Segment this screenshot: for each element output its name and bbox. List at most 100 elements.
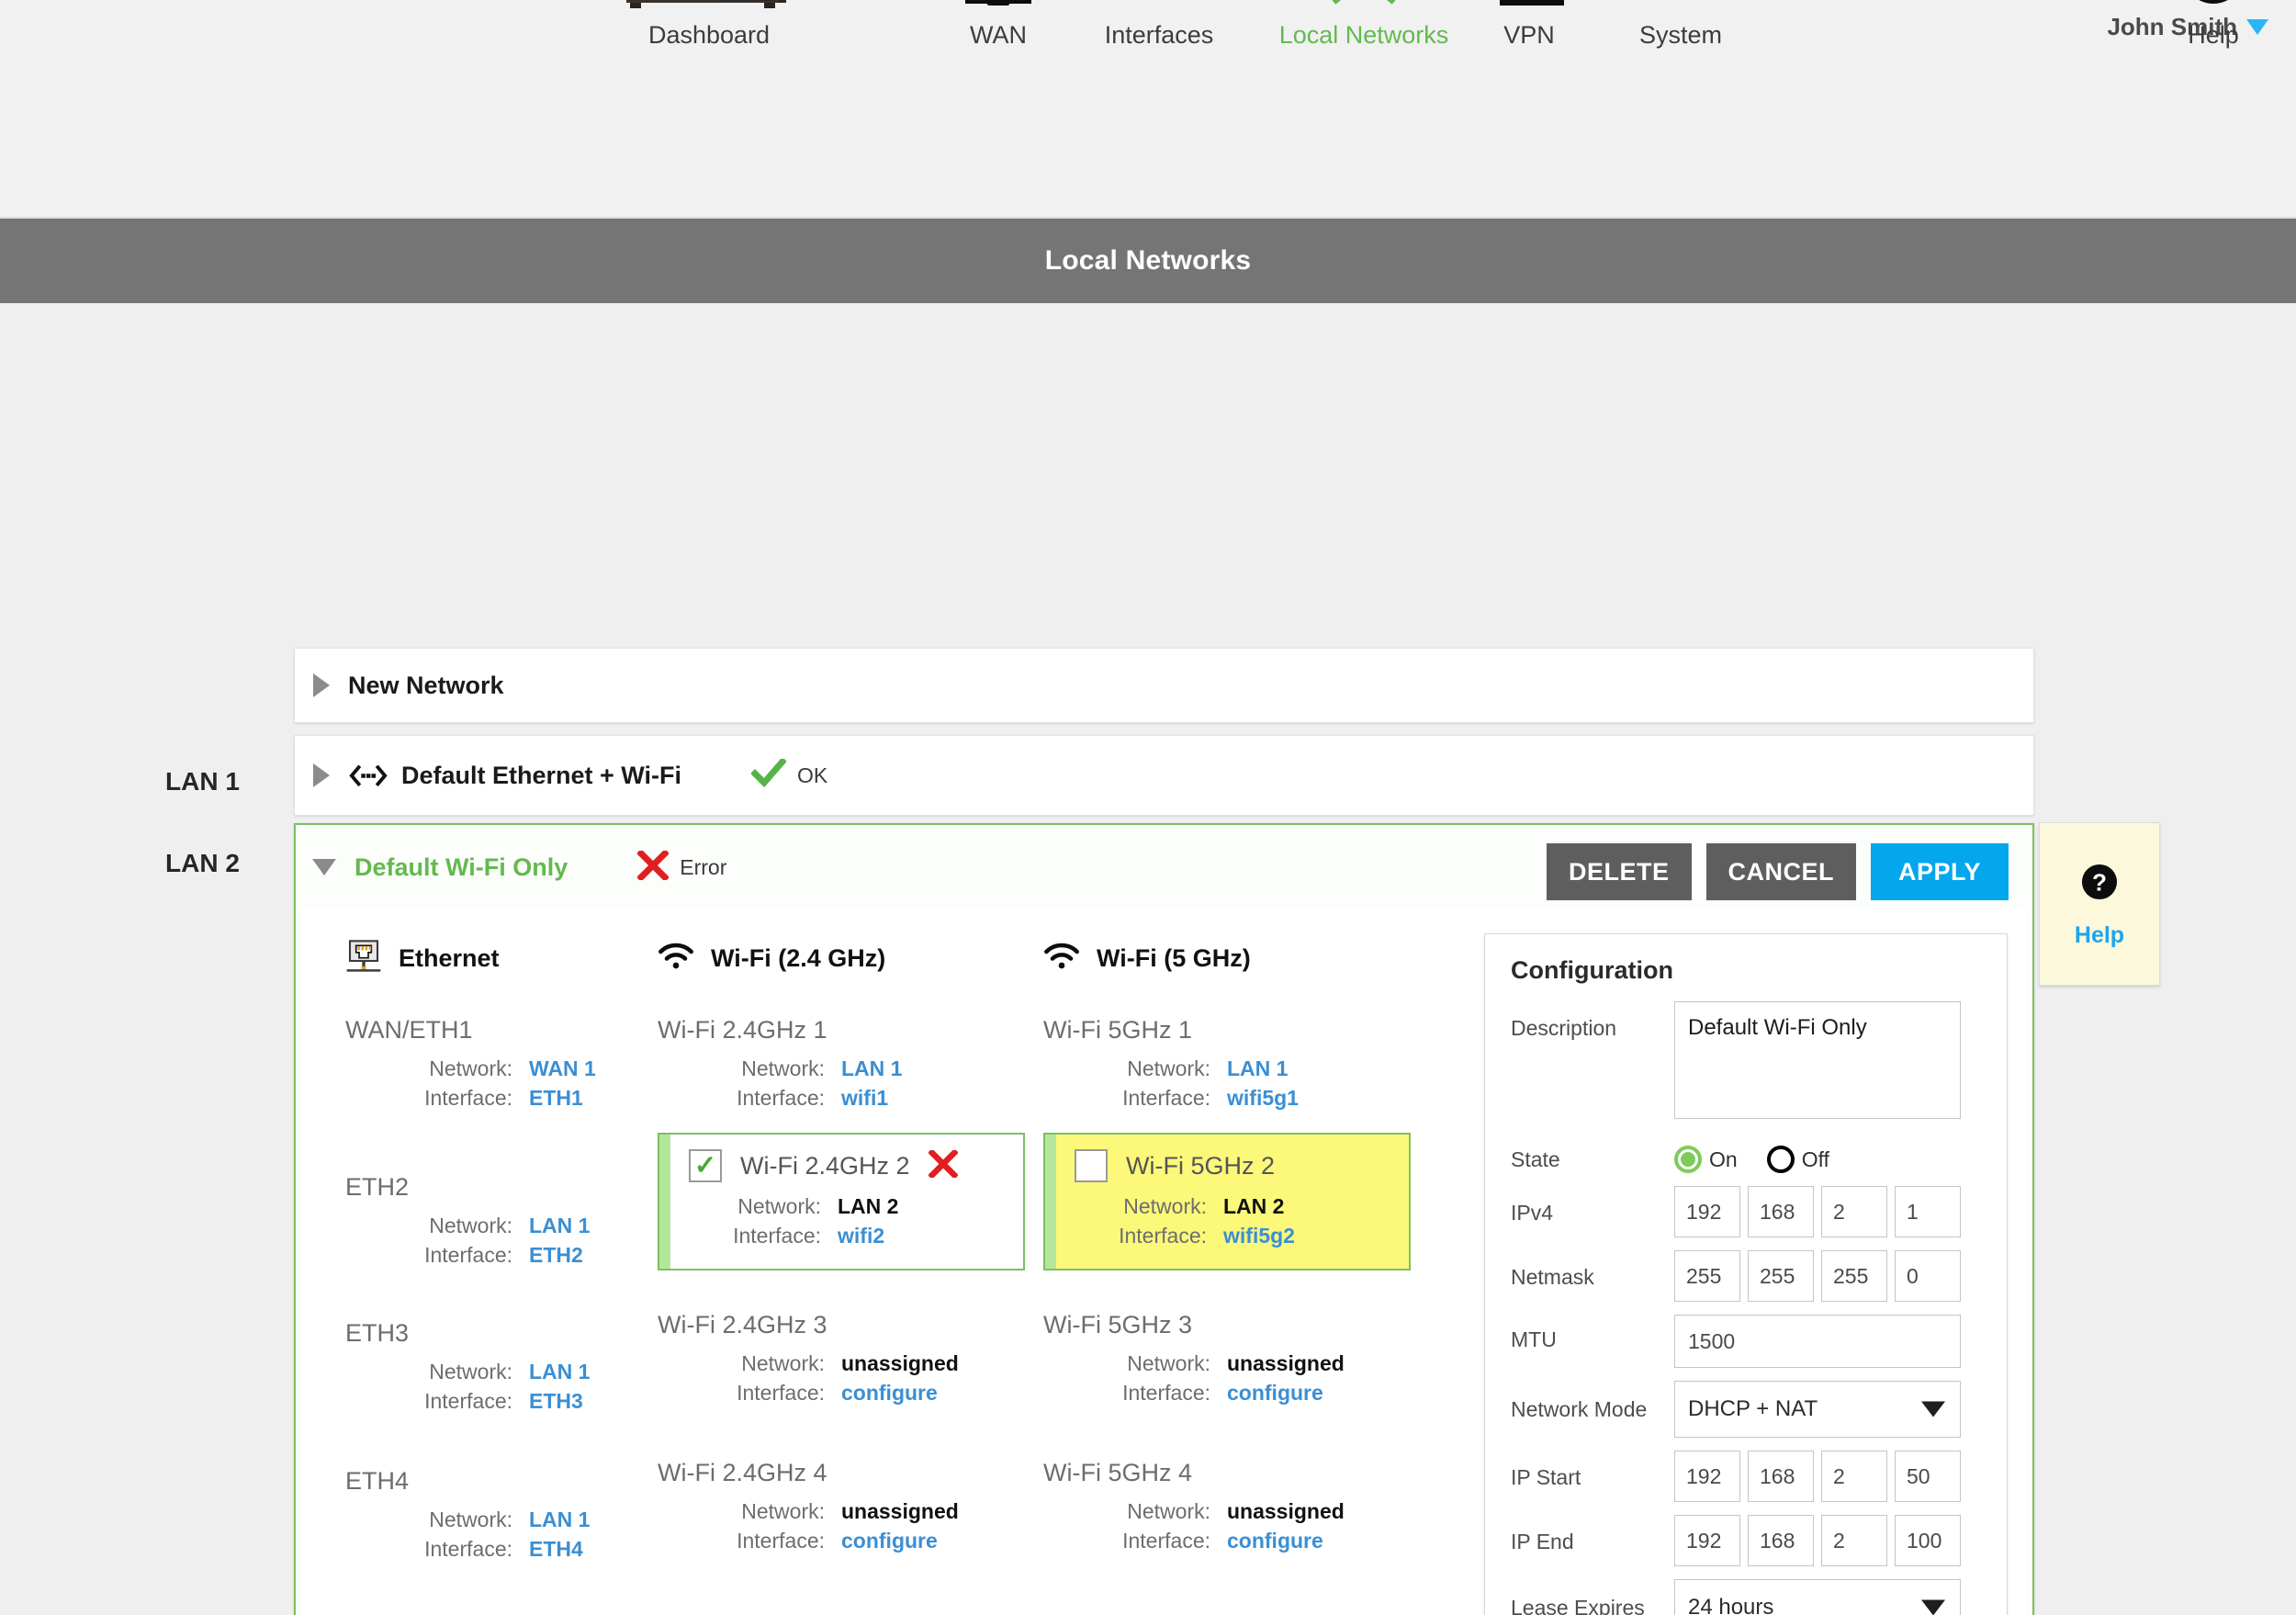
network-label: Network:: [689, 1191, 838, 1221]
state-on-label: On: [1709, 1147, 1738, 1172]
description-row: Description: [1485, 1001, 2007, 1124]
wifi-24ghz-2-card[interactable]: ✓ Wi-Fi 2.4GHz 2 Network:LAN 2 Interface…: [658, 1133, 1025, 1271]
network-value[interactable]: LAN 1: [529, 1357, 590, 1386]
interface-label: Interface:: [692, 1378, 841, 1407]
wifi-5ghz-2-card[interactable]: Wi-Fi 5GHz 2 Network:LAN 2 Interface:wif…: [1043, 1133, 1411, 1271]
interface-label: Interface:: [692, 1526, 841, 1555]
nav-item-system[interactable]: System: [1598, 0, 1763, 50]
interface-value[interactable]: ETH2: [529, 1240, 583, 1270]
state-off-radio[interactable]: Off: [1767, 1146, 1829, 1173]
interface-label: Interface:: [1075, 1221, 1223, 1250]
description-textarea[interactable]: [1674, 1001, 1961, 1119]
new-network-label: New Network: [348, 672, 504, 700]
interface-value[interactable]: wifi5g2: [1223, 1221, 1295, 1250]
apply-button[interactable]: APPLY: [1871, 843, 2009, 900]
lan1-status-text: OK: [797, 763, 827, 788]
lan1-network-row[interactable]: Default Ethernet + Wi-Fi OK: [294, 735, 2034, 816]
nav-label-interfaces: Interfaces: [1105, 21, 1214, 50]
list-item: ETH3 Network:LAN 1 Interface:ETH3: [345, 1319, 648, 1416]
configure-link[interactable]: configure: [1227, 1526, 1323, 1555]
nav-item-vpn[interactable]: VPN: [1469, 0, 1589, 50]
ip-end-octet-4[interactable]: [1895, 1515, 1961, 1566]
wifi-24ghz-column-header: Wi-Fi (2.4 GHz): [658, 933, 1025, 983]
ip-end-label: IP End: [1511, 1515, 1674, 1554]
x-mark-icon: [637, 851, 669, 885]
interface-title: Wi-Fi 2.4GHz 3: [658, 1311, 1025, 1339]
netmask-row: Netmask: [1485, 1250, 2007, 1302]
delete-button[interactable]: DELETE: [1547, 843, 1692, 900]
netmask-octet-2[interactable]: [1748, 1250, 1814, 1302]
state-on-radio[interactable]: On: [1674, 1146, 1738, 1173]
interface-label: Interface:: [380, 1386, 529, 1416]
netmask-octet-1[interactable]: [1674, 1250, 1740, 1302]
network-value: LAN 2: [1223, 1191, 1284, 1221]
ip-start-octet-2[interactable]: [1748, 1451, 1814, 1502]
page-title-bar: Local Networks: [0, 219, 2296, 303]
interface-value[interactable]: ETH3: [529, 1386, 583, 1416]
wifi-icon: [658, 942, 694, 976]
ipv4-octet-1[interactable]: [1674, 1186, 1740, 1237]
network-mode-select[interactable]: DHCP + NAT: [1674, 1381, 1961, 1438]
mtu-input[interactable]: [1674, 1315, 1961, 1368]
mtu-row: MTU: [1485, 1315, 2007, 1368]
interface-label: Interface:: [380, 1534, 529, 1564]
nav-label-help: Help: [2188, 21, 2239, 50]
wifi-24ghz-column: Wi-Fi (2.4 GHz) Wi-Fi 2.4GHz 1 Network:L…: [658, 933, 1025, 1555]
wifi-24ghz-column-label: Wi-Fi (2.4 GHz): [711, 944, 885, 973]
ip-start-octet-3[interactable]: [1821, 1451, 1887, 1502]
configure-link[interactable]: configure: [841, 1526, 938, 1555]
lan2-status-text: Error: [680, 855, 726, 880]
ip-end-octet-1[interactable]: [1674, 1515, 1740, 1566]
ethernet-column-header: Ethernet: [345, 933, 648, 983]
netmask-octet-3[interactable]: [1821, 1250, 1887, 1302]
mtu-label: MTU: [1511, 1315, 1674, 1352]
lan2-panel-actions: DELETE CANCEL APPLY: [1547, 843, 2009, 900]
interface-label: Interface:: [1078, 1526, 1227, 1555]
interface-value[interactable]: wifi5g1: [1227, 1083, 1299, 1112]
interface-value[interactable]: wifi1: [841, 1083, 888, 1112]
configure-link[interactable]: configure: [1227, 1378, 1323, 1407]
triangle-right-icon[interactable]: [313, 673, 330, 697]
ip-end-octet-2[interactable]: [1748, 1515, 1814, 1566]
network-value: unassigned: [1227, 1349, 1345, 1378]
network-value[interactable]: WAN 1: [529, 1054, 596, 1083]
nav-item-dashboard[interactable]: DIGI TRANSPORT Dashboard: [562, 0, 856, 50]
network-value[interactable]: LAN 1: [841, 1054, 902, 1083]
help-side-tab[interactable]: ? Help: [2039, 822, 2160, 986]
cloud-network-icon: [951, 0, 1046, 12]
ip-start-octet-4[interactable]: [1895, 1451, 1961, 1502]
nav-item-wan[interactable]: WAN: [939, 0, 1058, 50]
network-value[interactable]: LAN 1: [529, 1505, 590, 1534]
triangle-right-icon[interactable]: [313, 763, 330, 787]
interface-value[interactable]: wifi2: [838, 1221, 884, 1250]
nav-item-help[interactable]: ? Help: [2154, 0, 2273, 50]
nav-label-dashboard: Dashboard: [648, 21, 770, 50]
nav-item-interfaces[interactable]: Interfaces: [1076, 0, 1242, 50]
ip-start-octet-1[interactable]: [1674, 1451, 1740, 1502]
network-value[interactable]: LAN 1: [529, 1211, 590, 1240]
lease-expires-label: Lease Expires: [1511, 1579, 1674, 1615]
ipv4-label: IPv4: [1511, 1186, 1674, 1225]
configure-link[interactable]: configure: [841, 1378, 938, 1407]
check-icon: [751, 759, 786, 793]
ip-end-octet-3[interactable]: [1821, 1515, 1887, 1566]
cancel-button[interactable]: CANCEL: [1706, 843, 1857, 900]
ipv4-octet-2[interactable]: [1748, 1186, 1814, 1237]
lease-expires-select[interactable]: 24 hours: [1674, 1579, 1961, 1615]
new-network-row[interactable]: New Network: [294, 648, 2034, 723]
interface-value[interactable]: ETH1: [529, 1083, 583, 1112]
triangle-down-icon[interactable]: [312, 859, 336, 875]
lan2-network-panel: Default Wi-Fi Only Error DELETE CANCEL A…: [294, 823, 2034, 1615]
network-value[interactable]: LAN 1: [1227, 1054, 1288, 1083]
ipv4-octet-4[interactable]: [1895, 1186, 1961, 1237]
interface-value[interactable]: ETH4: [529, 1534, 583, 1564]
radio-selected-icon: [1674, 1146, 1702, 1173]
wifi-5ghz-2-checkbox[interactable]: [1075, 1149, 1108, 1182]
ipv4-octet-3[interactable]: [1821, 1186, 1887, 1237]
network-label: Network:: [692, 1496, 841, 1526]
interface-title: ETH3: [345, 1319, 648, 1348]
wifi-24ghz-2-checkbox[interactable]: ✓: [689, 1149, 722, 1182]
netmask-octet-4[interactable]: [1895, 1250, 1961, 1302]
nav-item-local-networks[interactable]: Local Networks: [1258, 0, 1469, 50]
ethernet-column: Ethernet WAN/ETH1 Network:WAN 1 Interfac…: [345, 933, 648, 1564]
